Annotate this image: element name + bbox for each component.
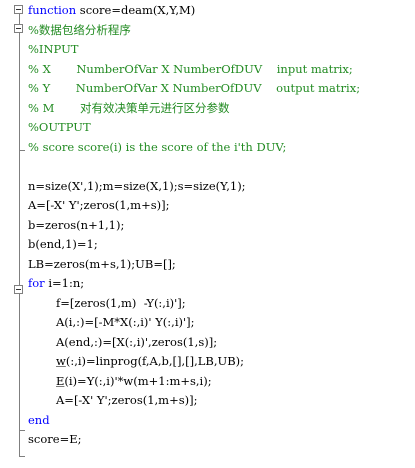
comment-token: %INPUT: [28, 42, 79, 56]
code-line[interactable]: for i=1:n;: [28, 274, 84, 293]
code-line[interactable]: n=size(X',1);m=size(X,1);s=size(Y,1);: [28, 177, 246, 196]
code-line[interactable]: % X NumberOfVar X NumberOfDUV input matr…: [28, 60, 353, 79]
code-line[interactable]: LB=zeros(m+s,1);UB=[];: [28, 255, 176, 274]
code-token: b=zeros(n+1,1);: [28, 217, 125, 232]
fold-end-loop: [19, 430, 25, 431]
code-token: A(i,:)=[-M*X(:,i)' Y(:,i)'];: [56, 315, 195, 329]
code-line[interactable]: end: [28, 411, 50, 430]
code-line[interactable]: b(end,1)=1;: [28, 235, 98, 254]
code-line[interactable]: %OUTPUT: [28, 118, 91, 137]
code-line[interactable]: A(i,:)=[-M*X(:,i)' Y(:,i)'];: [56, 313, 195, 332]
code-token: LB=zeros(m+s,1);UB=[];: [28, 256, 176, 271]
code-line[interactable]: E(i)=Y(:,i)'*w(m+1:m+s,i);: [56, 372, 212, 391]
fold-end-comment: [19, 150, 25, 151]
code-line[interactable]: % Y NumberOfVar X NumberOfDUV output mat…: [28, 79, 360, 98]
code-token: w: [56, 354, 66, 368]
fold-toggle-comment-icon[interactable]: [14, 24, 23, 33]
code-token: A=[-X' Y';zeros(1,m+s)];: [56, 393, 198, 407]
code-token: score=E;: [28, 432, 82, 446]
code-token: A=[-X' Y';zeros(1,m+s)];: [28, 198, 170, 212]
fold-toggle-for-icon[interactable]: [14, 285, 23, 294]
code-line[interactable]: function score=deam(X,Y,M): [28, 1, 195, 20]
keyword-token: function: [28, 3, 77, 17]
code-line[interactable]: b=zeros(n+1,1);: [28, 216, 124, 235]
fold-end-function: [19, 456, 25, 457]
code-token: i=1:n;: [44, 276, 85, 290]
code-token: (:,i)=linprog(f,A,b,[],[],LB,UB);: [65, 354, 245, 368]
code-token: b(end,1)=1;: [28, 237, 98, 251]
code-line[interactable]: % score score(i) is the score of the i't…: [28, 138, 286, 157]
code-line[interactable]: % M 对有效决策单元进行区分参数: [28, 99, 229, 118]
code-line[interactable]: A=[-X' Y';zeros(1,m+s)];: [56, 391, 197, 410]
code-token: (i)=Y(:,i)'*w(m+1:m+s,i);: [64, 373, 212, 388]
code-editor[interactable]: function score=deam(X,Y,M) %数据包络分析程序 %INPU…: [0, 0, 415, 468]
code-line[interactable]: A=[-X' Y';zeros(1,m+s)];: [28, 196, 169, 215]
code-line[interactable]: score=E;: [28, 430, 81, 449]
comment-token: %数据包络分析程序: [28, 22, 131, 37]
keyword-token: for: [28, 276, 45, 290]
comment-token: % X NumberOfVar X NumberOfDUV input matr…: [28, 61, 353, 76]
keyword-token: end: [28, 412, 50, 427]
comment-token: %OUTPUT: [28, 120, 91, 134]
code-token: score=deam(X,Y,M): [76, 3, 196, 17]
code-line[interactable]: A(end,:)=[X(:,i)',zeros(1,s)];: [56, 333, 217, 352]
code-token: n=size(X',1);m=size(X,1);s=size(Y,1);: [28, 178, 246, 193]
code-line[interactable]: w(:,i)=linprog(f,A,b,[],[],LB,UB);: [56, 352, 244, 371]
comment-token: % M 对有效决策单元进行区分参数: [28, 100, 230, 115]
code-line[interactable]: %数据包络分析程序: [28, 21, 131, 40]
code-token: f=[zeros(1,m) -Y(:,i)'];: [56, 295, 186, 310]
fold-guide-loop: [19, 294, 20, 426]
comment-token: % score score(i) is the score of the i't…: [28, 139, 287, 154]
code-token: A(end,:)=[X(:,i)',zeros(1,s)];: [56, 334, 218, 349]
code-line[interactable]: f=[zeros(1,m) -Y(:,i)'];: [56, 294, 186, 313]
code-line[interactable]: %INPUT: [28, 40, 78, 59]
comment-token: % Y NumberOfVar X NumberOfDUV output mat…: [28, 81, 361, 95]
fold-toggle-function-icon[interactable]: [14, 5, 23, 14]
